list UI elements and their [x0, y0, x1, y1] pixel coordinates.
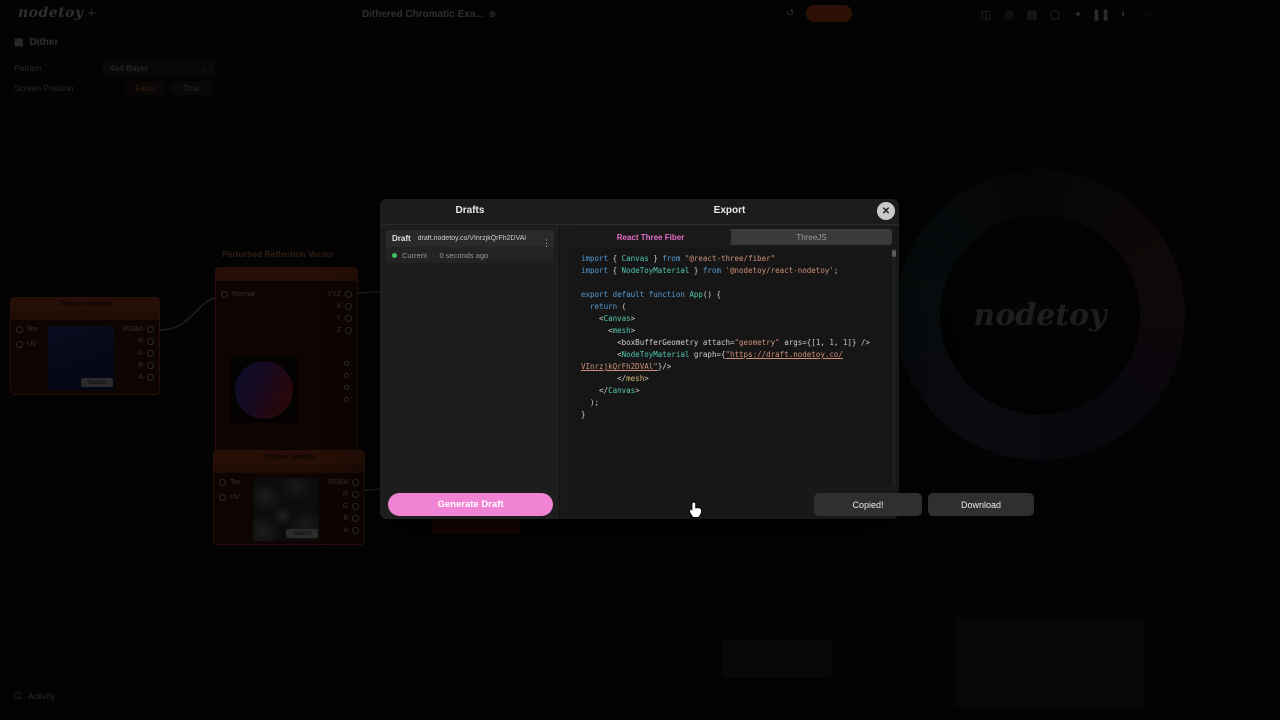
drafts-title: Drafts [455, 205, 485, 216]
code-line: <Canvas> [581, 314, 636, 323]
tab-threejs[interactable]: ThreeJS [731, 229, 892, 245]
code-line: </Canvas> [581, 386, 640, 395]
kebab-menu-icon[interactable]: ⋮ [542, 239, 551, 248]
modal-header: Drafts Export ✕ [380, 199, 899, 225]
code-line: } [581, 410, 586, 419]
code-block[interactable]: import { Canvas } from "@react-three/fib… [570, 248, 892, 486]
code-line: VInrzjkQrFh2DVAl"}/> [581, 362, 672, 371]
scrollbar-thumb[interactable] [892, 250, 896, 257]
code-scrollbar[interactable] [892, 248, 896, 486]
download-button[interactable]: Download [928, 493, 1034, 516]
draft-timestamp: 0 seconds ago [439, 251, 489, 260]
draft-list-item[interactable]: Draft draft.nodetoy.co/VInrzjkQrFh2DVAl … [386, 230, 554, 263]
code-line: return ( [590, 302, 627, 311]
code-line: <boxBufferGeometry attach="geometry" arg… [581, 338, 870, 347]
hand-cursor [689, 501, 703, 518]
close-icon[interactable]: ✕ [877, 202, 895, 220]
tab-react-three-fiber[interactable]: React Three Fiber [570, 229, 731, 245]
code-line: export default function App() { [581, 290, 721, 299]
export-modal: Drafts Export ✕ Draft draft.nodetoy.co/V… [380, 199, 1034, 519]
drafts-panel: Draft draft.nodetoy.co/VInrzjkQrFh2DVAl … [380, 226, 560, 519]
export-tabs: React Three Fiber ThreeJS [570, 229, 892, 245]
code-line: <NodeToyMaterial graph={"https://draft.n… [581, 350, 843, 359]
current-status-dot [392, 253, 397, 258]
code-line: <mesh> [581, 326, 636, 335]
export-panel: React Three Fiber ThreeJS import { Canva… [561, 226, 1034, 519]
copy-code-button[interactable]: Copied! [814, 493, 922, 516]
draft-url[interactable]: draft.nodetoy.co/VInrzjkQrFh2DVAl [418, 235, 526, 242]
draft-type-label: Draft [392, 234, 411, 243]
separator-dot: · [432, 251, 435, 260]
generate-draft-button[interactable]: Generate Draft [388, 493, 553, 516]
code-line: import { NodeToyMaterial } from '@nodeto… [581, 266, 839, 275]
draft-status: Current [402, 251, 428, 260]
export-title: Export [713, 205, 746, 216]
code-line: import { Canvas } from "@react-three/fib… [581, 254, 776, 263]
code-line: </mesh> [581, 374, 649, 383]
code-line: ); [581, 398, 600, 407]
